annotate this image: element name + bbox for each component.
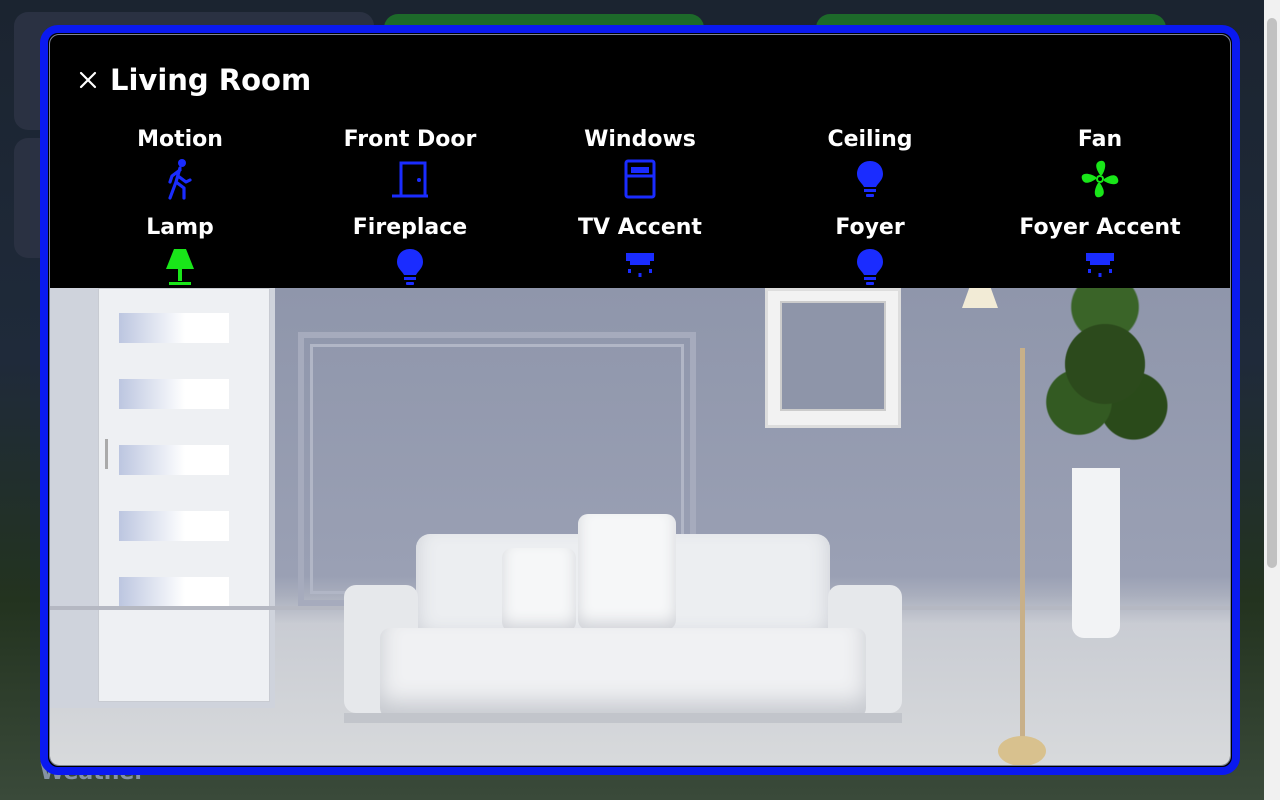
lightbulb-icon xyxy=(390,247,430,287)
entity-label: Windows xyxy=(584,127,696,152)
entity-label: Motion xyxy=(137,127,223,152)
lightbulb-icon xyxy=(850,159,890,199)
entity-windows[interactable]: Windows xyxy=(525,127,755,215)
dialog-header: Living Room xyxy=(74,63,311,97)
plant xyxy=(1040,288,1170,478)
door-illustration xyxy=(98,288,270,702)
entity-label: Foyer xyxy=(835,215,905,240)
entity-label: TV Accent xyxy=(578,215,702,240)
entity-label: Fireplace xyxy=(352,215,468,240)
entity-label: Ceiling xyxy=(827,127,913,152)
entity-fan[interactable]: Fan xyxy=(985,127,1215,215)
dialog-body: Living Room Motion Front Door Windows Ce… xyxy=(49,34,1231,766)
entity-ceiling[interactable]: Ceiling xyxy=(755,127,985,215)
entity-front-door[interactable]: Front Door xyxy=(295,127,525,215)
close-icon xyxy=(79,71,97,89)
entity-label: Front Door xyxy=(343,127,477,152)
floor-lamp xyxy=(962,288,998,308)
dialog-title: Living Room xyxy=(110,63,312,97)
scrollbar-thumb[interactable] xyxy=(1267,18,1277,568)
door-icon xyxy=(390,159,430,199)
fan-icon xyxy=(1080,159,1120,199)
window-icon xyxy=(620,159,660,199)
room-dialog: Living Room Motion Front Door Windows Ce… xyxy=(40,25,1240,775)
entity-grid: Motion Front Door Windows Ceiling Fan La… xyxy=(65,127,1215,303)
entity-motion[interactable]: Motion xyxy=(65,127,295,215)
entity-label: Fan xyxy=(1077,127,1123,152)
entity-label: Foyer Accent xyxy=(1019,215,1181,240)
entity-label: Lamp xyxy=(146,215,214,240)
room-picture xyxy=(50,288,1230,765)
lamp-icon xyxy=(160,247,200,287)
picture-frame xyxy=(765,288,901,428)
led-strip-icon xyxy=(620,247,660,287)
close-button[interactable] xyxy=(74,66,102,94)
led-strip-icon xyxy=(1080,247,1120,287)
page-scrollbar[interactable] xyxy=(1264,0,1280,800)
lightbulb-icon xyxy=(850,247,890,287)
motion-sensor-icon xyxy=(160,159,200,200)
